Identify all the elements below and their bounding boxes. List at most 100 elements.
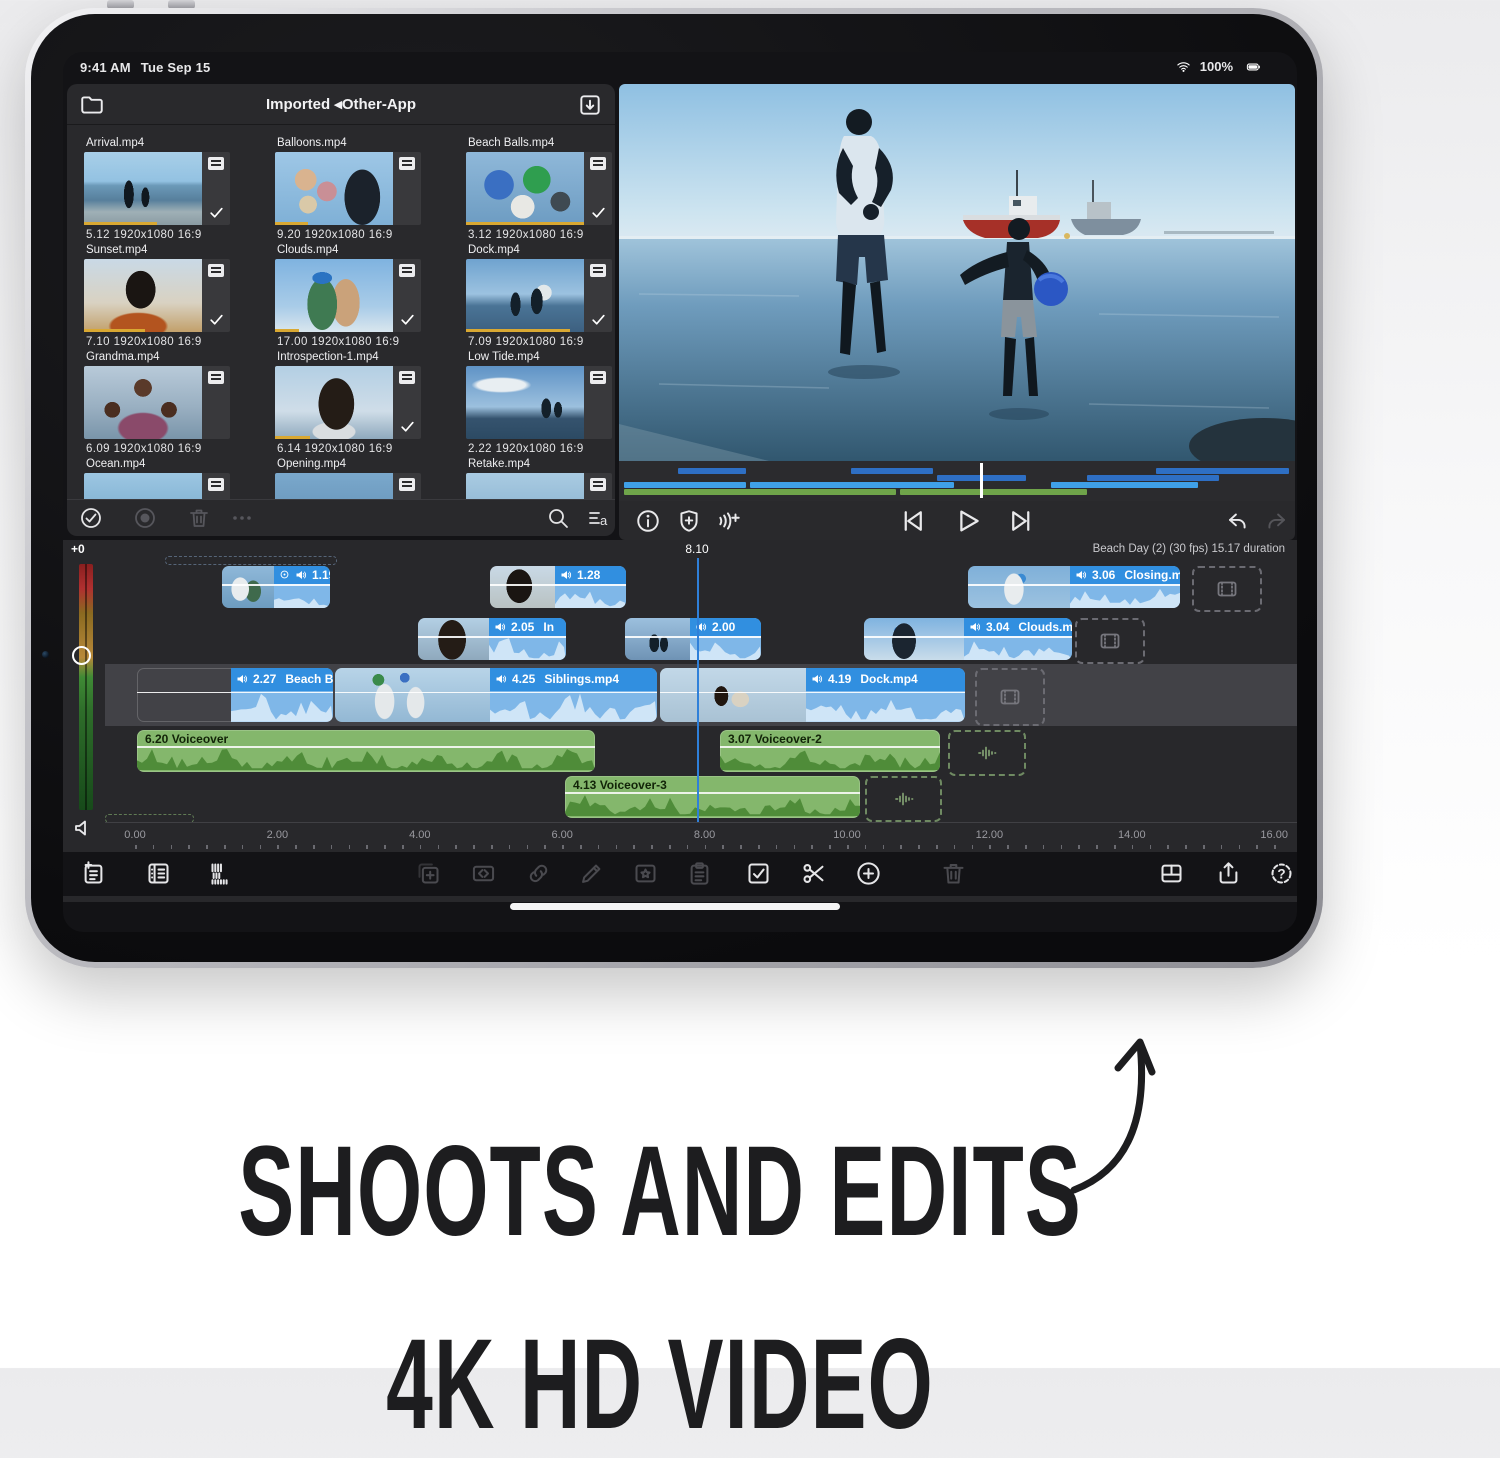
film-audio-badge-icon	[208, 371, 224, 384]
link-icon[interactable]	[525, 860, 552, 887]
clip-volume-line[interactable]	[418, 636, 566, 638]
clip-thumbnail[interactable]	[466, 366, 584, 439]
library-clip[interactable]: Balloons.mp49.20 1920x1080 16:9	[275, 137, 451, 241]
more-icon[interactable]	[230, 506, 254, 530]
library-clip[interactable]: Sunset.mp47.10 1920x1080 16:9	[84, 244, 260, 348]
timeline-clip-Oper[interactable]: 1.19Oper	[222, 566, 330, 608]
clip-thumbnail-row[interactable]	[84, 259, 230, 332]
clip-thumbnail[interactable]	[84, 366, 202, 439]
ruler-tick	[1025, 845, 1027, 849]
clip-volume-line[interactable]	[490, 584, 626, 586]
timeline-clip-Voiceover-2[interactable]: 3.07 Voiceover-2	[720, 730, 940, 772]
clip-volume-line[interactable]	[137, 692, 333, 694]
share-icon[interactable]	[1215, 860, 1242, 887]
library-title[interactable]: Imported ◂Other-App	[67, 95, 615, 113]
clip-thumbnail[interactable]	[275, 259, 393, 332]
clipboard-icon[interactable]	[686, 860, 713, 887]
timeline-clip-Beach B[interactable]: 2.27Beach B	[137, 668, 333, 722]
shield-plus-icon[interactable]	[676, 508, 702, 534]
clip-thumbnail-row[interactable]	[84, 473, 230, 500]
help-gear-icon[interactable]: ?	[1268, 860, 1295, 887]
clip-label: 4.19Dock.mp4	[806, 668, 965, 691]
home-indicator[interactable]	[510, 903, 840, 910]
clip-thumbnail[interactable]	[466, 259, 584, 332]
clip-thumbnail[interactable]	[84, 473, 202, 500]
timeline-clip-Voiceover[interactable]: 6.20 Voiceover	[137, 730, 595, 772]
clip-thumbnail-row[interactable]	[275, 152, 421, 225]
library-clip[interactable]: Introspection-1.mp46.14 1920x1080 16:9	[275, 351, 451, 455]
skip-back-icon[interactable]	[897, 506, 927, 536]
timeline-clip-Dock.mp4[interactable]: 4.19Dock.mp4	[660, 668, 965, 722]
undo-icon[interactable]	[1224, 508, 1250, 534]
import-icon[interactable]	[577, 92, 603, 118]
layout-icon[interactable]	[1158, 860, 1185, 887]
sort-icon[interactable]: a	[586, 506, 610, 530]
clip-thumbnail-row[interactable]	[275, 473, 421, 500]
clip-thumbnail-row[interactable]	[466, 152, 612, 225]
clip-volume-line[interactable]	[968, 584, 1180, 586]
timeline-clip-1.28[interactable]: 1.28	[490, 566, 626, 608]
skip-forward-icon[interactable]	[1007, 506, 1037, 536]
library-clip[interactable]: Beach Balls.mp43.12 1920x1080 16:9	[466, 137, 615, 241]
checkbox-icon[interactable]	[745, 860, 772, 887]
scissors-icon[interactable]	[800, 860, 827, 887]
clip-thumbnail-row[interactable]	[466, 366, 612, 439]
library-clip[interactable]: Dock.mp47.09 1920x1080 16:9	[466, 244, 615, 348]
clip-thumbnail[interactable]	[466, 473, 584, 500]
redo-icon[interactable]	[1264, 508, 1290, 534]
add-source-icon[interactable]	[80, 860, 107, 887]
clip-thumbnail-row[interactable]	[466, 473, 612, 500]
clip-volume-line[interactable]	[625, 636, 761, 638]
search-icon[interactable]	[546, 506, 570, 530]
clip-volume-line[interactable]	[660, 692, 965, 694]
library-clip[interactable]: Retake.mp4	[466, 458, 615, 500]
clip-list-icon[interactable]	[145, 860, 172, 887]
clip-volume-line[interactable]	[335, 692, 657, 694]
clip-thumbnail-row[interactable]	[84, 366, 230, 439]
clip-side-strip	[584, 473, 612, 500]
star-card-icon[interactable]	[632, 860, 659, 887]
library-clip[interactable]: Grandma.mp46.09 1920x1080 16:9	[84, 351, 260, 455]
trash-icon[interactable]	[187, 506, 211, 530]
trash-icon[interactable]	[940, 860, 967, 887]
clip-thumbnail[interactable]	[84, 259, 202, 332]
ruler-label: 0.00	[124, 829, 145, 841]
timeline-clip-Voiceover-3[interactable]: 4.13 Voiceover-3	[565, 776, 860, 818]
clip-volume-line[interactable]	[222, 584, 330, 586]
clip-thumbnail-row[interactable]	[466, 259, 612, 332]
select-all-icon[interactable]	[79, 506, 103, 530]
timeline-overview-scrubber[interactable]	[619, 461, 1295, 501]
box-plus-icon[interactable]	[415, 860, 442, 887]
overview-playhead[interactable]	[980, 463, 983, 498]
mixer-icon[interactable]	[208, 860, 235, 887]
timeline-clip-Closing.mp4[interactable]: 3.06Closing.mp4	[968, 566, 1180, 608]
wave-plus-icon[interactable]	[716, 508, 742, 534]
clip-thumbnail[interactable]	[466, 152, 584, 225]
timeline-clip-Siblings.mp4[interactable]: 4.25Siblings.mp4	[335, 668, 657, 722]
library-clip[interactable]: Opening.mp4	[275, 458, 451, 500]
transition-icon[interactable]	[470, 860, 497, 887]
play-icon[interactable]	[952, 506, 982, 536]
timeline-clip-Clouds.mp4[interactable]: 3.04Clouds.mp4	[864, 618, 1072, 660]
library-clip[interactable]: Ocean.mp4	[84, 458, 260, 500]
clip-thumbnail[interactable]	[275, 152, 393, 225]
library-clip[interactable]: Clouds.mp417.00 1920x1080 16:9	[275, 244, 451, 348]
timeline-clip-2.00[interactable]: 2.00	[625, 618, 761, 660]
pencil-icon[interactable]	[578, 860, 605, 887]
record-icon[interactable]	[133, 506, 157, 530]
timeline-clip-In[interactable]: 2.05In	[418, 618, 566, 660]
timeline-playhead[interactable]	[697, 558, 699, 822]
clip-side-strip	[393, 259, 421, 332]
clip-volume-line[interactable]	[864, 636, 1072, 638]
clip-thumbnail[interactable]	[84, 152, 202, 225]
info-icon[interactable]	[635, 508, 661, 534]
library-clip[interactable]: Arrival.mp45.12 1920x1080 16:9	[84, 137, 260, 241]
clip-thumbnail-row[interactable]	[84, 152, 230, 225]
clip-thumbnail-row[interactable]	[275, 259, 421, 332]
clip-thumbnail-row[interactable]	[275, 366, 421, 439]
ruler-tick	[206, 845, 208, 849]
clip-thumbnail[interactable]	[275, 473, 393, 500]
library-clip[interactable]: Low Tide.mp42.22 1920x1080 16:9	[466, 351, 615, 455]
clip-thumbnail[interactable]	[275, 366, 393, 439]
plus-circle-icon[interactable]	[855, 860, 882, 887]
